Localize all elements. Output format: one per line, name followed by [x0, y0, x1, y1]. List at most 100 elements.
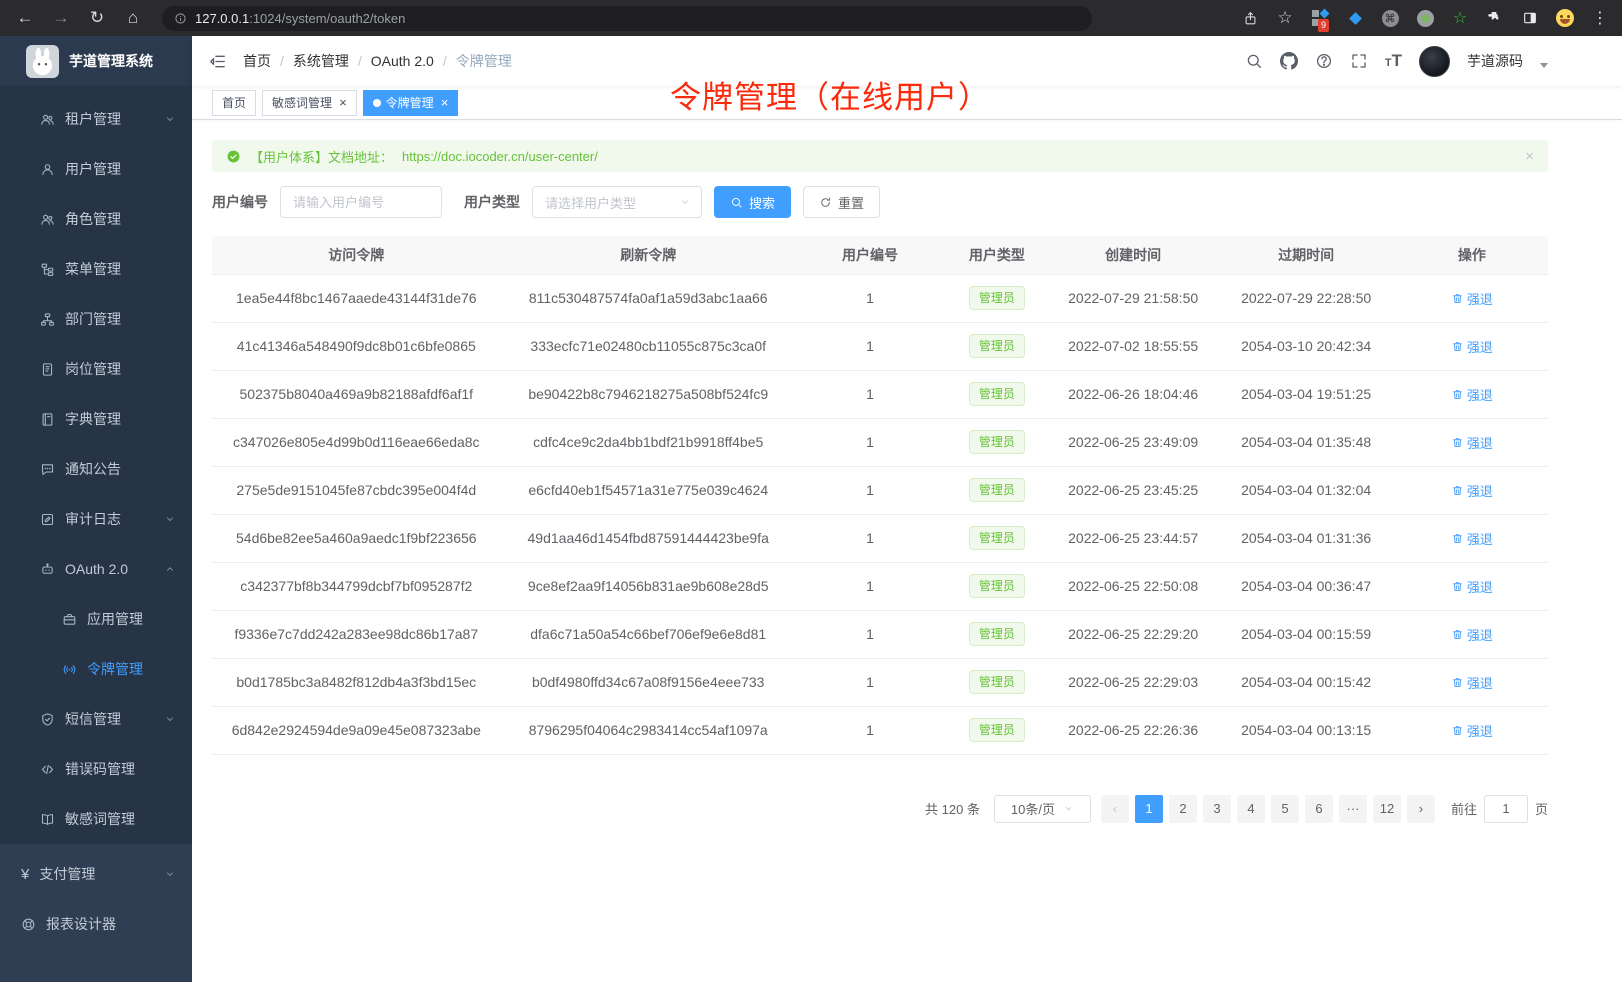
sidebar-item-code[interactable]: 错误码管理: [0, 744, 192, 794]
browser-reload-button[interactable]: ↻: [84, 5, 110, 31]
force-logout-button[interactable]: 强退: [1451, 529, 1493, 548]
sidebar-item-tree[interactable]: 菜单管理: [0, 244, 192, 294]
tab-首页[interactable]: 首页: [212, 90, 256, 116]
address-bar[interactable]: 127.0.0.1:1024/system/oauth2/token: [162, 6, 1092, 31]
github-icon[interactable]: [1280, 52, 1298, 70]
table-row: c347026e805e4d99b0d116eae66eda8c cdfc4ce…: [212, 418, 1548, 466]
page-button-12[interactable]: 12: [1373, 795, 1401, 823]
sidebar-item-shield[interactable]: 短信管理: [0, 694, 192, 744]
expire-time-cell: 2054-03-04 00:15:42: [1217, 658, 1396, 706]
page-button-2[interactable]: 2: [1169, 795, 1197, 823]
share-icon[interactable]: [1240, 8, 1260, 28]
force-logout-button[interactable]: 强退: [1451, 625, 1493, 644]
sidebar-item-comment[interactable]: 通知公告: [0, 444, 192, 494]
fullscreen-icon[interactable]: [1350, 52, 1368, 70]
sidebar-item-dict[interactable]: 字典管理: [0, 394, 192, 444]
username[interactable]: 芋道源码: [1467, 51, 1523, 71]
force-logout-button[interactable]: 强退: [1451, 481, 1493, 500]
user-type-tag: 管理员: [969, 286, 1025, 310]
tab-敏感词管理[interactable]: 敏感词管理×: [262, 90, 357, 116]
code-icon: [40, 762, 55, 777]
sidebar-item-briefcase[interactable]: 应用管理: [0, 594, 192, 644]
prev-page-button[interactable]: ‹: [1101, 795, 1129, 823]
refresh-token-cell: 333ecfc71e02480cb11055c875c3ca0f: [501, 322, 796, 370]
page-button-6[interactable]: 6: [1305, 795, 1333, 823]
chevron-down-icon: [164, 513, 176, 525]
expire-time-cell: 2054-03-10 20:42:34: [1217, 322, 1396, 370]
page-ellipsis[interactable]: ···: [1339, 795, 1367, 823]
search-button[interactable]: 搜索: [714, 186, 791, 218]
user-menu-caret-icon[interactable]: [1540, 63, 1548, 68]
sidebar-item-sitemap[interactable]: 部门管理: [0, 294, 192, 344]
page-button-4[interactable]: 4: [1237, 795, 1265, 823]
expire-time-cell: 2022-07-29 22:28:50: [1217, 274, 1396, 322]
sidebar-item-user[interactable]: 用户管理: [0, 144, 192, 194]
force-logout-button[interactable]: 强退: [1451, 577, 1493, 596]
create-time-cell: 2022-06-26 18:04:46: [1050, 370, 1217, 418]
extension-blocks-icon[interactable]: 9: [1310, 8, 1330, 28]
page-button-3[interactable]: 3: [1203, 795, 1231, 823]
page-size-select[interactable]: 10条/页: [994, 795, 1091, 823]
browser-forward-button[interactable]: →: [48, 5, 74, 31]
sidebar-item-log[interactable]: 审计日志: [0, 494, 192, 544]
user-avatar[interactable]: [1419, 46, 1450, 77]
search-icon[interactable]: [1245, 52, 1263, 70]
page-button-5[interactable]: 5: [1271, 795, 1299, 823]
sidebar-item-yen[interactable]: ¥支付管理: [0, 849, 192, 899]
col-access-token: 访问令牌: [212, 236, 501, 274]
tab-close-icon[interactable]: ×: [339, 96, 347, 109]
sidebar-item-book[interactable]: 敏感词管理: [0, 794, 192, 844]
bookmark-star-icon[interactable]: ☆: [1275, 8, 1295, 28]
next-page-button[interactable]: ›: [1407, 795, 1435, 823]
browser-back-button[interactable]: ←: [12, 5, 38, 31]
col-create-time: 创建时间: [1050, 236, 1217, 274]
trash-icon: [1451, 628, 1464, 641]
puzzle-extensions-icon[interactable]: [1485, 8, 1505, 28]
recorder-extension-icon[interactable]: [1415, 8, 1435, 28]
reset-button[interactable]: 重置: [803, 186, 880, 218]
trash-icon: [1451, 724, 1464, 737]
breadcrumb-item[interactable]: OAuth 2.0: [371, 53, 434, 69]
sidebar-item-users[interactable]: 租户管理: [0, 94, 192, 144]
help-icon[interactable]: [1315, 52, 1333, 70]
sidebar-fold-icon[interactable]: [208, 52, 227, 71]
breadcrumb-item[interactable]: 首页: [243, 51, 271, 71]
user-id-cell: 1: [796, 610, 944, 658]
active-tab-dot: [373, 99, 381, 107]
sidebar-item-badge[interactable]: 岗位管理: [0, 344, 192, 394]
alert-close-icon[interactable]: ×: [1525, 148, 1534, 165]
force-logout-button[interactable]: 强退: [1451, 673, 1493, 692]
profile-avatar-icon[interactable]: [1555, 8, 1575, 28]
force-logout-button[interactable]: 强退: [1451, 433, 1493, 452]
browser-menu-icon[interactable]: ⋮: [1590, 8, 1610, 28]
font-size-icon[interactable]: [1385, 51, 1402, 71]
diamond-extension-icon[interactable]: [1345, 8, 1365, 28]
force-logout-button[interactable]: 强退: [1451, 337, 1493, 356]
tab-令牌管理[interactable]: 令牌管理×: [363, 90, 459, 116]
sidebar-menu: 租户管理用户管理角色管理菜单管理部门管理岗位管理字典管理通知公告审计日志OAut…: [0, 86, 192, 844]
green-star-extension-icon[interactable]: ☆: [1450, 8, 1470, 28]
tab-close-icon[interactable]: ×: [441, 96, 449, 109]
main-area: 令牌管理（在线用户） 首页/系统管理/OAuth 2.0/令牌管理 芋道源码 首…: [192, 36, 1622, 982]
split-view-icon[interactable]: [1520, 8, 1540, 28]
doc-link[interactable]: https://doc.iocoder.cn/user-center/: [402, 149, 598, 164]
user-type-select[interactable]: 请选择用户类型: [532, 186, 702, 218]
sidebar-item-robot[interactable]: OAuth 2.0: [0, 544, 192, 594]
sidebar-item-lifering[interactable]: 报表设计器: [0, 899, 192, 949]
browser-home-button[interactable]: ⌂: [120, 5, 146, 31]
force-logout-button[interactable]: 强退: [1451, 721, 1493, 740]
force-logout-button[interactable]: 强退: [1451, 385, 1493, 404]
col-user-type: 用户类型: [944, 236, 1050, 274]
success-check-icon: [226, 149, 241, 164]
breadcrumb-item[interactable]: 系统管理: [293, 51, 349, 71]
table-row: b0d1785bc3a8482f812db4a3f3bd15ec b0df498…: [212, 658, 1548, 706]
sidebar-item-users[interactable]: 角色管理: [0, 194, 192, 244]
user-type-tag: 管理员: [969, 718, 1025, 742]
user-id-input[interactable]: [280, 186, 442, 218]
sidebar-item-signal[interactable]: 令牌管理: [0, 644, 192, 694]
browser-chrome: ← → ↻ ⌂ 127.0.0.1:1024/system/oauth2/tok…: [0, 0, 1622, 36]
force-logout-button[interactable]: 强退: [1451, 289, 1493, 308]
goto-page-input[interactable]: [1484, 795, 1528, 823]
page-button-1[interactable]: 1: [1135, 795, 1163, 823]
command-extension-icon[interactable]: ⌘: [1380, 8, 1400, 28]
